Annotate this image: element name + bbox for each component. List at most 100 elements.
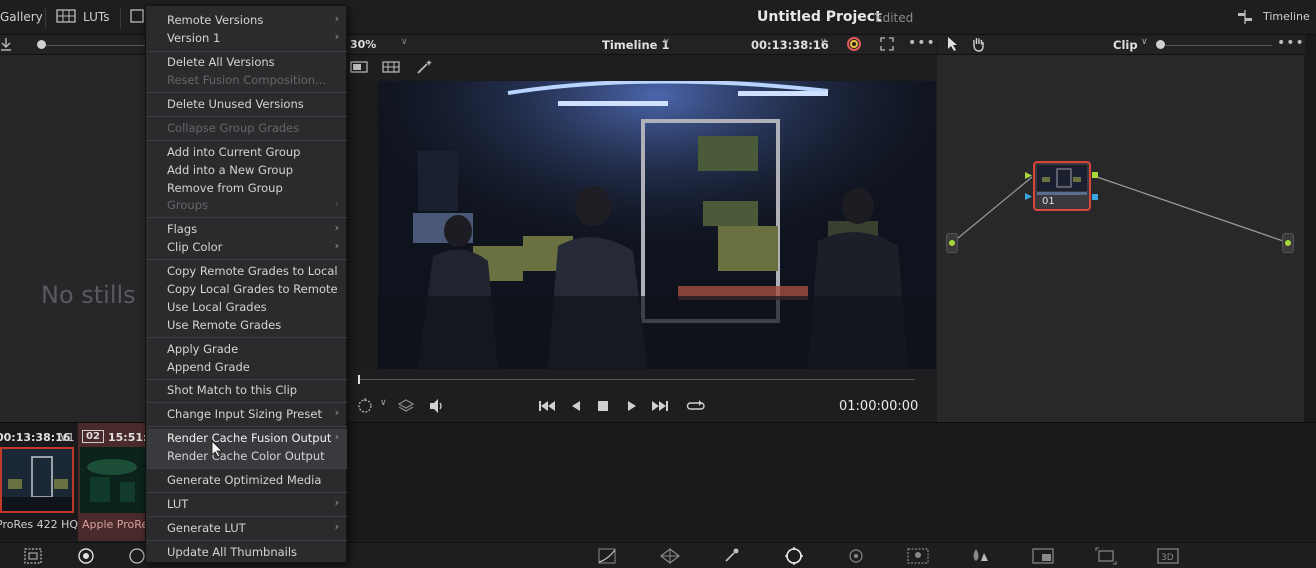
scrubber-track[interactable] [358, 379, 915, 380]
menu-item-use-local-grades[interactable]: Use Local Grades [167, 300, 267, 314]
menu-item-delete-all-versions[interactable]: Delete All Versions [167, 55, 275, 69]
node-graph[interactable]: 01 [937, 55, 1304, 422]
play-icon[interactable] [626, 399, 638, 416]
magic-wand-icon[interactable] [416, 59, 434, 78]
menu-item-add-into-current-group[interactable]: Add into Current Group [167, 145, 300, 159]
menu-item-clip-color[interactable]: Clip Color [167, 240, 222, 254]
timeline-selector[interactable]: Timeline 1 [602, 38, 669, 52]
fullscreen-icon[interactable] [880, 37, 894, 54]
menu-item-shot-match[interactable]: Shot Match to this Clip [167, 383, 297, 397]
target-icon[interactable] [77, 547, 95, 568]
input-dot [949, 240, 955, 246]
tracker-icon[interactable] [846, 547, 866, 568]
chevron-down-icon[interactable]: ∨ [663, 37, 670, 47]
menu-item-change-input-sizing-preset[interactable]: Change Input Sizing Preset [167, 407, 322, 421]
menu-item-flags[interactable]: Flags [167, 222, 197, 236]
source-input-node[interactable] [946, 233, 958, 253]
chevron-down-icon[interactable]: ∨ [1141, 37, 1148, 47]
menu-item-render-cache-color-output[interactable]: Render Cache Color Output [167, 449, 325, 463]
luts-tab[interactable]: LUTs [83, 10, 109, 24]
menu-item-lut[interactable]: LUT [167, 497, 188, 511]
alpha-output-port[interactable] [1092, 194, 1098, 200]
menu-item-delete-unused-versions[interactable]: Delete Unused Versions [167, 97, 304, 111]
3d-icon[interactable]: 3D [1157, 548, 1179, 567]
curves-icon[interactable] [598, 548, 616, 567]
menu-item-generate-lut[interactable]: Generate LUT [167, 521, 246, 535]
gallery-tab[interactable]: Gallery [0, 10, 43, 24]
menu-separator [147, 259, 347, 260]
media-pool-icon[interactable] [130, 9, 144, 26]
submenu-arrow-icon: › [334, 496, 339, 509]
submenu-arrow-icon: › [334, 12, 339, 25]
menu-item-update-all-thumbnails[interactable]: Update All Thumbnails [167, 545, 297, 559]
viewer-header: 30% ∨ Timeline 1 ∨ 00:13:38:16 ∨ ••• [346, 35, 936, 55]
node-progress-strip [1037, 192, 1087, 195]
playhead[interactable] [358, 375, 360, 384]
project-title: Untitled Project [757, 9, 882, 25]
stop-icon[interactable] [597, 400, 609, 415]
hand-icon[interactable] [970, 36, 986, 55]
rgb-output-port[interactable] [1092, 172, 1098, 178]
menu-item-add-into-new-group[interactable]: Add into a New Group [167, 163, 293, 177]
submenu-arrow-icon: › [334, 239, 339, 252]
skip-back-icon[interactable] [538, 399, 556, 416]
sizing-icon[interactable] [1095, 547, 1117, 568]
pointer-icon[interactable] [947, 36, 959, 55]
node-zoom-slider-track[interactable] [1162, 45, 1272, 46]
timeline-icon[interactable] [1236, 9, 1254, 28]
node-zoom-slider-handle[interactable] [1156, 40, 1165, 49]
menu-item-append-grade[interactable]: Append Grade [167, 360, 250, 374]
menu-item-remove-from-group[interactable]: Remove from Group [167, 181, 283, 195]
submenu-arrow-icon: › [334, 406, 339, 419]
blur-icon[interactable] [970, 547, 990, 568]
download-icon[interactable] [0, 37, 12, 54]
single-view-icon[interactable] [350, 61, 368, 76]
menu-separator [147, 540, 347, 541]
still-size-slider-track[interactable] [40, 45, 145, 46]
chevron-down-icon[interactable]: ∨ [820, 37, 827, 47]
more-options-icon[interactable]: ••• [908, 35, 936, 51]
more-options-icon[interactable]: ••• [1277, 35, 1305, 51]
menu-separator [147, 140, 347, 141]
node-header: Clip ∨ ••• [937, 35, 1316, 55]
skip-forward-icon[interactable] [651, 399, 669, 416]
output-node[interactable] [1282, 233, 1294, 253]
play-reverse-icon[interactable] [570, 399, 582, 416]
node-mode-selector[interactable]: Clip [1113, 38, 1138, 52]
menu-separator [147, 116, 347, 117]
magic-mask-icon[interactable] [907, 548, 929, 567]
layers-icon[interactable] [397, 399, 415, 416]
menu-item-collapse-group-grades: Collapse Group Grades [167, 121, 300, 135]
viewer-overlay-icon[interactable] [357, 398, 377, 417]
clip-thumbnail-2[interactable] [80, 447, 145, 513]
submenu-arrow-icon: › [334, 221, 339, 234]
key-icon[interactable] [1032, 548, 1054, 567]
menu-item-render-cache-fusion-output[interactable]: Render Cache Fusion Output [167, 431, 331, 445]
motion-icon[interactable] [128, 547, 146, 568]
menu-item-generate-optimized-media[interactable]: Generate Optimized Media [167, 473, 321, 487]
clip-thumbnail-1[interactable] [0, 447, 74, 513]
power-window-icon[interactable] [783, 546, 805, 568]
menu-item-version-1[interactable]: Version 1 [167, 31, 220, 45]
still-size-slider-handle[interactable] [37, 40, 46, 49]
loop-icon[interactable] [686, 398, 706, 417]
split-view-icon[interactable] [382, 61, 400, 76]
timeline-toggle-label[interactable]: Timeline [1263, 10, 1310, 23]
menu-item-remote-versions[interactable]: Remote Versions [167, 13, 263, 27]
color-warper-icon[interactable] [660, 548, 680, 567]
color-wheel-icon[interactable] [846, 36, 862, 55]
chevron-down-icon[interactable]: ∨ [380, 398, 387, 408]
eyedropper-icon[interactable] [724, 547, 740, 566]
menu-item-copy-local-grades-to-remote[interactable]: Copy Local Grades to Remote [167, 282, 338, 296]
menu-item-use-remote-grades[interactable]: Use Remote Grades [167, 318, 281, 332]
panel-edge [1305, 35, 1316, 55]
menu-item-copy-remote-grades-to-local[interactable]: Copy Remote Grades to Local [167, 264, 338, 278]
chevron-down-icon[interactable]: ∨ [401, 37, 408, 47]
source-timecode: 00:13:38:16 [751, 38, 829, 52]
video-preview[interactable] [378, 81, 936, 369]
zoom-level[interactable]: 30% [350, 38, 376, 51]
corrector-node-01[interactable]: 01 [1033, 161, 1091, 211]
qualifier-grid-icon[interactable] [24, 548, 42, 567]
volume-icon[interactable] [428, 398, 446, 417]
menu-item-apply-grade[interactable]: Apply Grade [167, 342, 238, 356]
